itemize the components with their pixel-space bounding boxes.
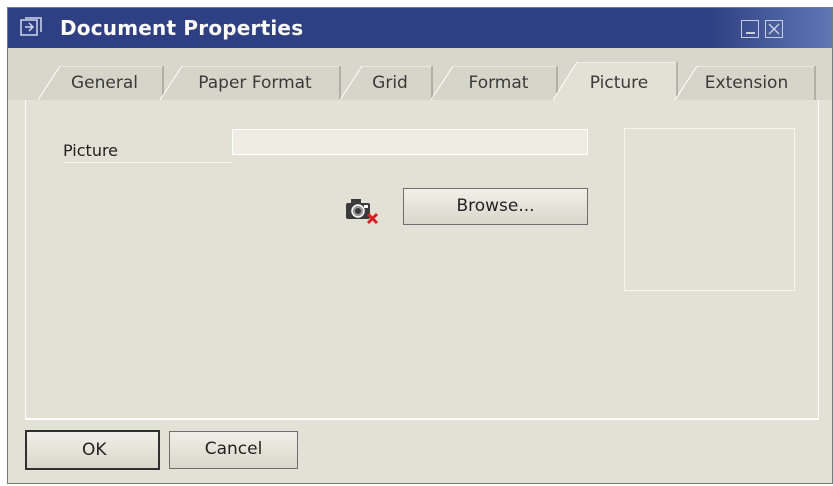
minimize-icon[interactable]: [741, 20, 759, 38]
tab-grid-label: Grid: [372, 73, 408, 93]
tab-picture-label: Picture: [589, 73, 649, 93]
title-bar[interactable]: Document Properties: [8, 8, 832, 48]
tab-paper-format[interactable]: Paper Format: [160, 66, 350, 100]
tab-format-label: Format: [468, 73, 529, 93]
picture-preview: [624, 128, 795, 291]
tab-extension[interactable]: Extension: [675, 66, 818, 100]
close-icon[interactable]: [765, 20, 783, 38]
document-properties-window: Document Properties General Paper Format…: [7, 7, 833, 484]
tab-general-label: General: [71, 73, 138, 93]
document-icon: [20, 17, 42, 36]
window-title: Document Properties: [60, 16, 304, 40]
camera-remove-icon[interactable]: [344, 195, 380, 225]
tab-general[interactable]: General: [38, 66, 171, 100]
divider: [25, 419, 819, 420]
tab-extension-label: Extension: [704, 73, 789, 93]
tab-paper-format-label: Paper Format: [198, 73, 312, 93]
cancel-button[interactable]: Cancel: [169, 431, 298, 469]
picture-field-label: Picture: [63, 141, 119, 160]
tab-picture[interactable]: Picture: [553, 62, 685, 100]
tab-format[interactable]: Format: [431, 66, 566, 100]
tab-grid[interactable]: Grid: [340, 66, 440, 100]
picture-label-underline: [63, 162, 233, 163]
browse-button[interactable]: Browse...: [403, 188, 588, 225]
picture-path-field[interactable]: [232, 129, 588, 155]
ok-button[interactable]: OK: [25, 430, 160, 470]
